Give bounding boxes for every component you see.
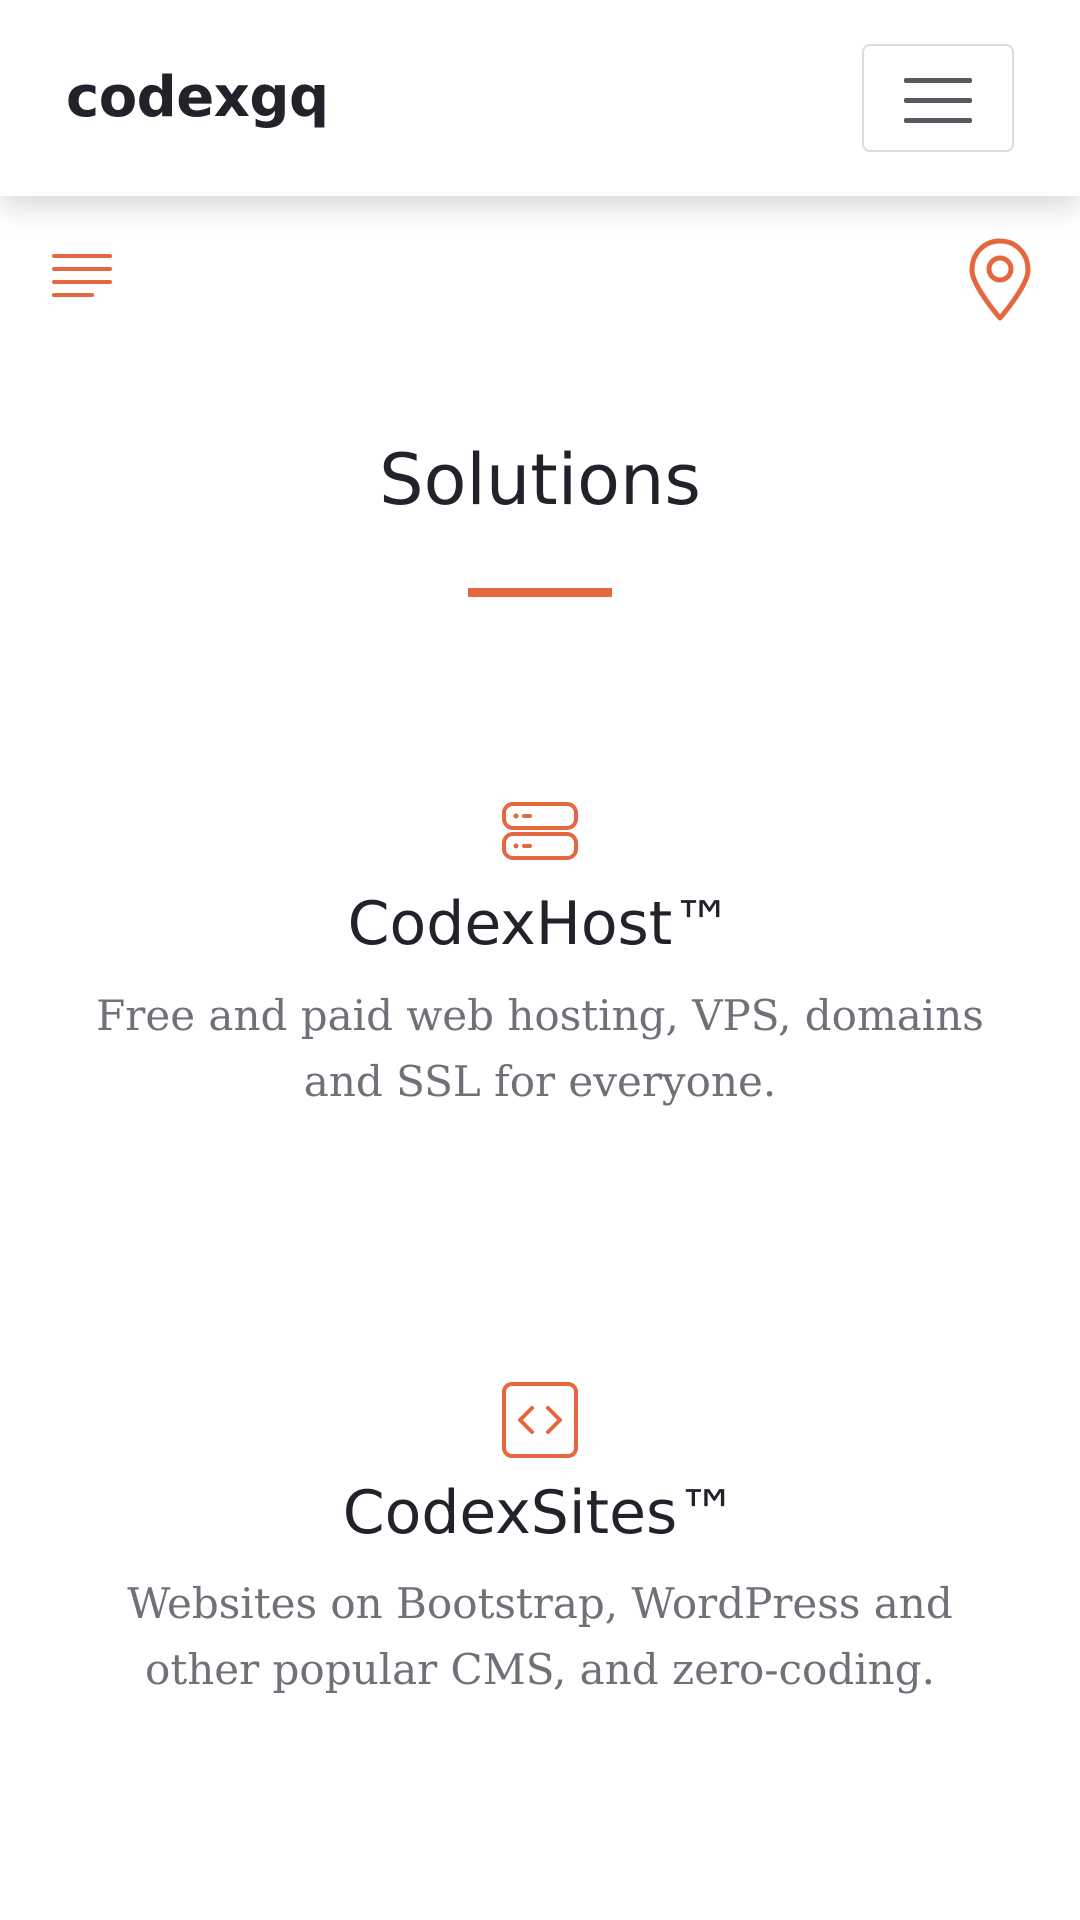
feature-title-codexsites: CodexSites™ bbox=[342, 1478, 738, 1548]
feature-description-codexsites: Websites on Bootstrap, WordPress and oth… bbox=[127, 1579, 953, 1694]
section-title: Solutions bbox=[379, 439, 701, 521]
map-pin-icon bbox=[969, 238, 1031, 321]
hamburger-menu-icon bbox=[904, 78, 972, 123]
feature-title-codexhost: CodexHost™ bbox=[347, 889, 733, 959]
server-icon bbox=[500, 800, 580, 880]
brand-logo-link[interactable]: codexgq bbox=[66, 58, 329, 138]
feature-description-codexhost: Free and paid web hosting, VPS, domains … bbox=[96, 991, 984, 1106]
navbar: codexgq bbox=[0, 0, 1080, 196]
title-underline bbox=[468, 588, 612, 597]
navbar-toggler-button[interactable] bbox=[862, 44, 1014, 152]
side-menu-button[interactable] bbox=[52, 252, 112, 306]
text-align-menu-icon bbox=[52, 254, 112, 297]
location-button[interactable] bbox=[968, 238, 1032, 322]
code-brackets-icon bbox=[500, 1380, 580, 1460]
